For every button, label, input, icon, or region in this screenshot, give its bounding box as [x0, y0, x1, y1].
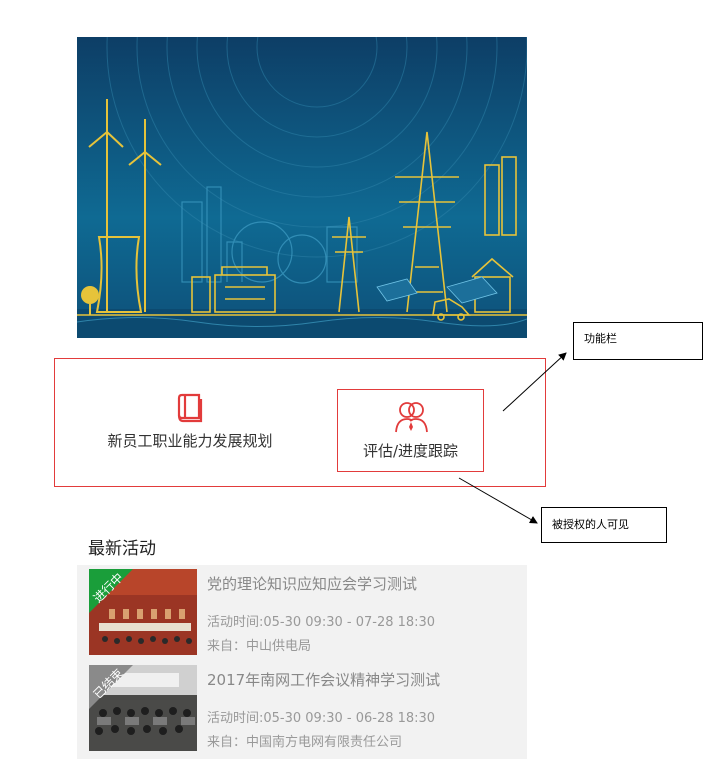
activity-title[interactable]: 党的理论知识应知应会学习测试	[207, 573, 417, 594]
activity-source: 来自：中山供电局	[207, 639, 312, 654]
activity-title[interactable]: 2017年南网工作会议精神学习测试	[207, 669, 440, 690]
activity-thumbnail: 进行中	[89, 569, 197, 655]
activity-thumbnail: 已结束	[89, 665, 197, 751]
activity-time: 活动时间:05-30 09:30 - 07-28 18:30	[207, 615, 436, 630]
activity-source: 来自：中国南方电网有限责任公司	[207, 735, 403, 750]
activity-list: 进行中 党的理论知识应知应会学习测试 活动时间:05-30 09:30 - 07…	[77, 565, 527, 759]
activity-item[interactable]: 进行中 党的理论知识应知应会学习测试 活动时间:05-30 09:30 - 07…	[77, 565, 527, 661]
function-bar-callout: 功能栏	[573, 322, 703, 360]
authorized-callout: 被授权的人可见	[541, 507, 667, 543]
latest-activities-title: 最新活动	[88, 539, 156, 559]
activity-time: 活动时间:05-30 09:30 - 06-28 18:30	[207, 711, 436, 726]
activity-item[interactable]: 已结束 2017年南网工作会议精神学习测试 活动时间:05-30 09:30 -…	[77, 661, 527, 757]
